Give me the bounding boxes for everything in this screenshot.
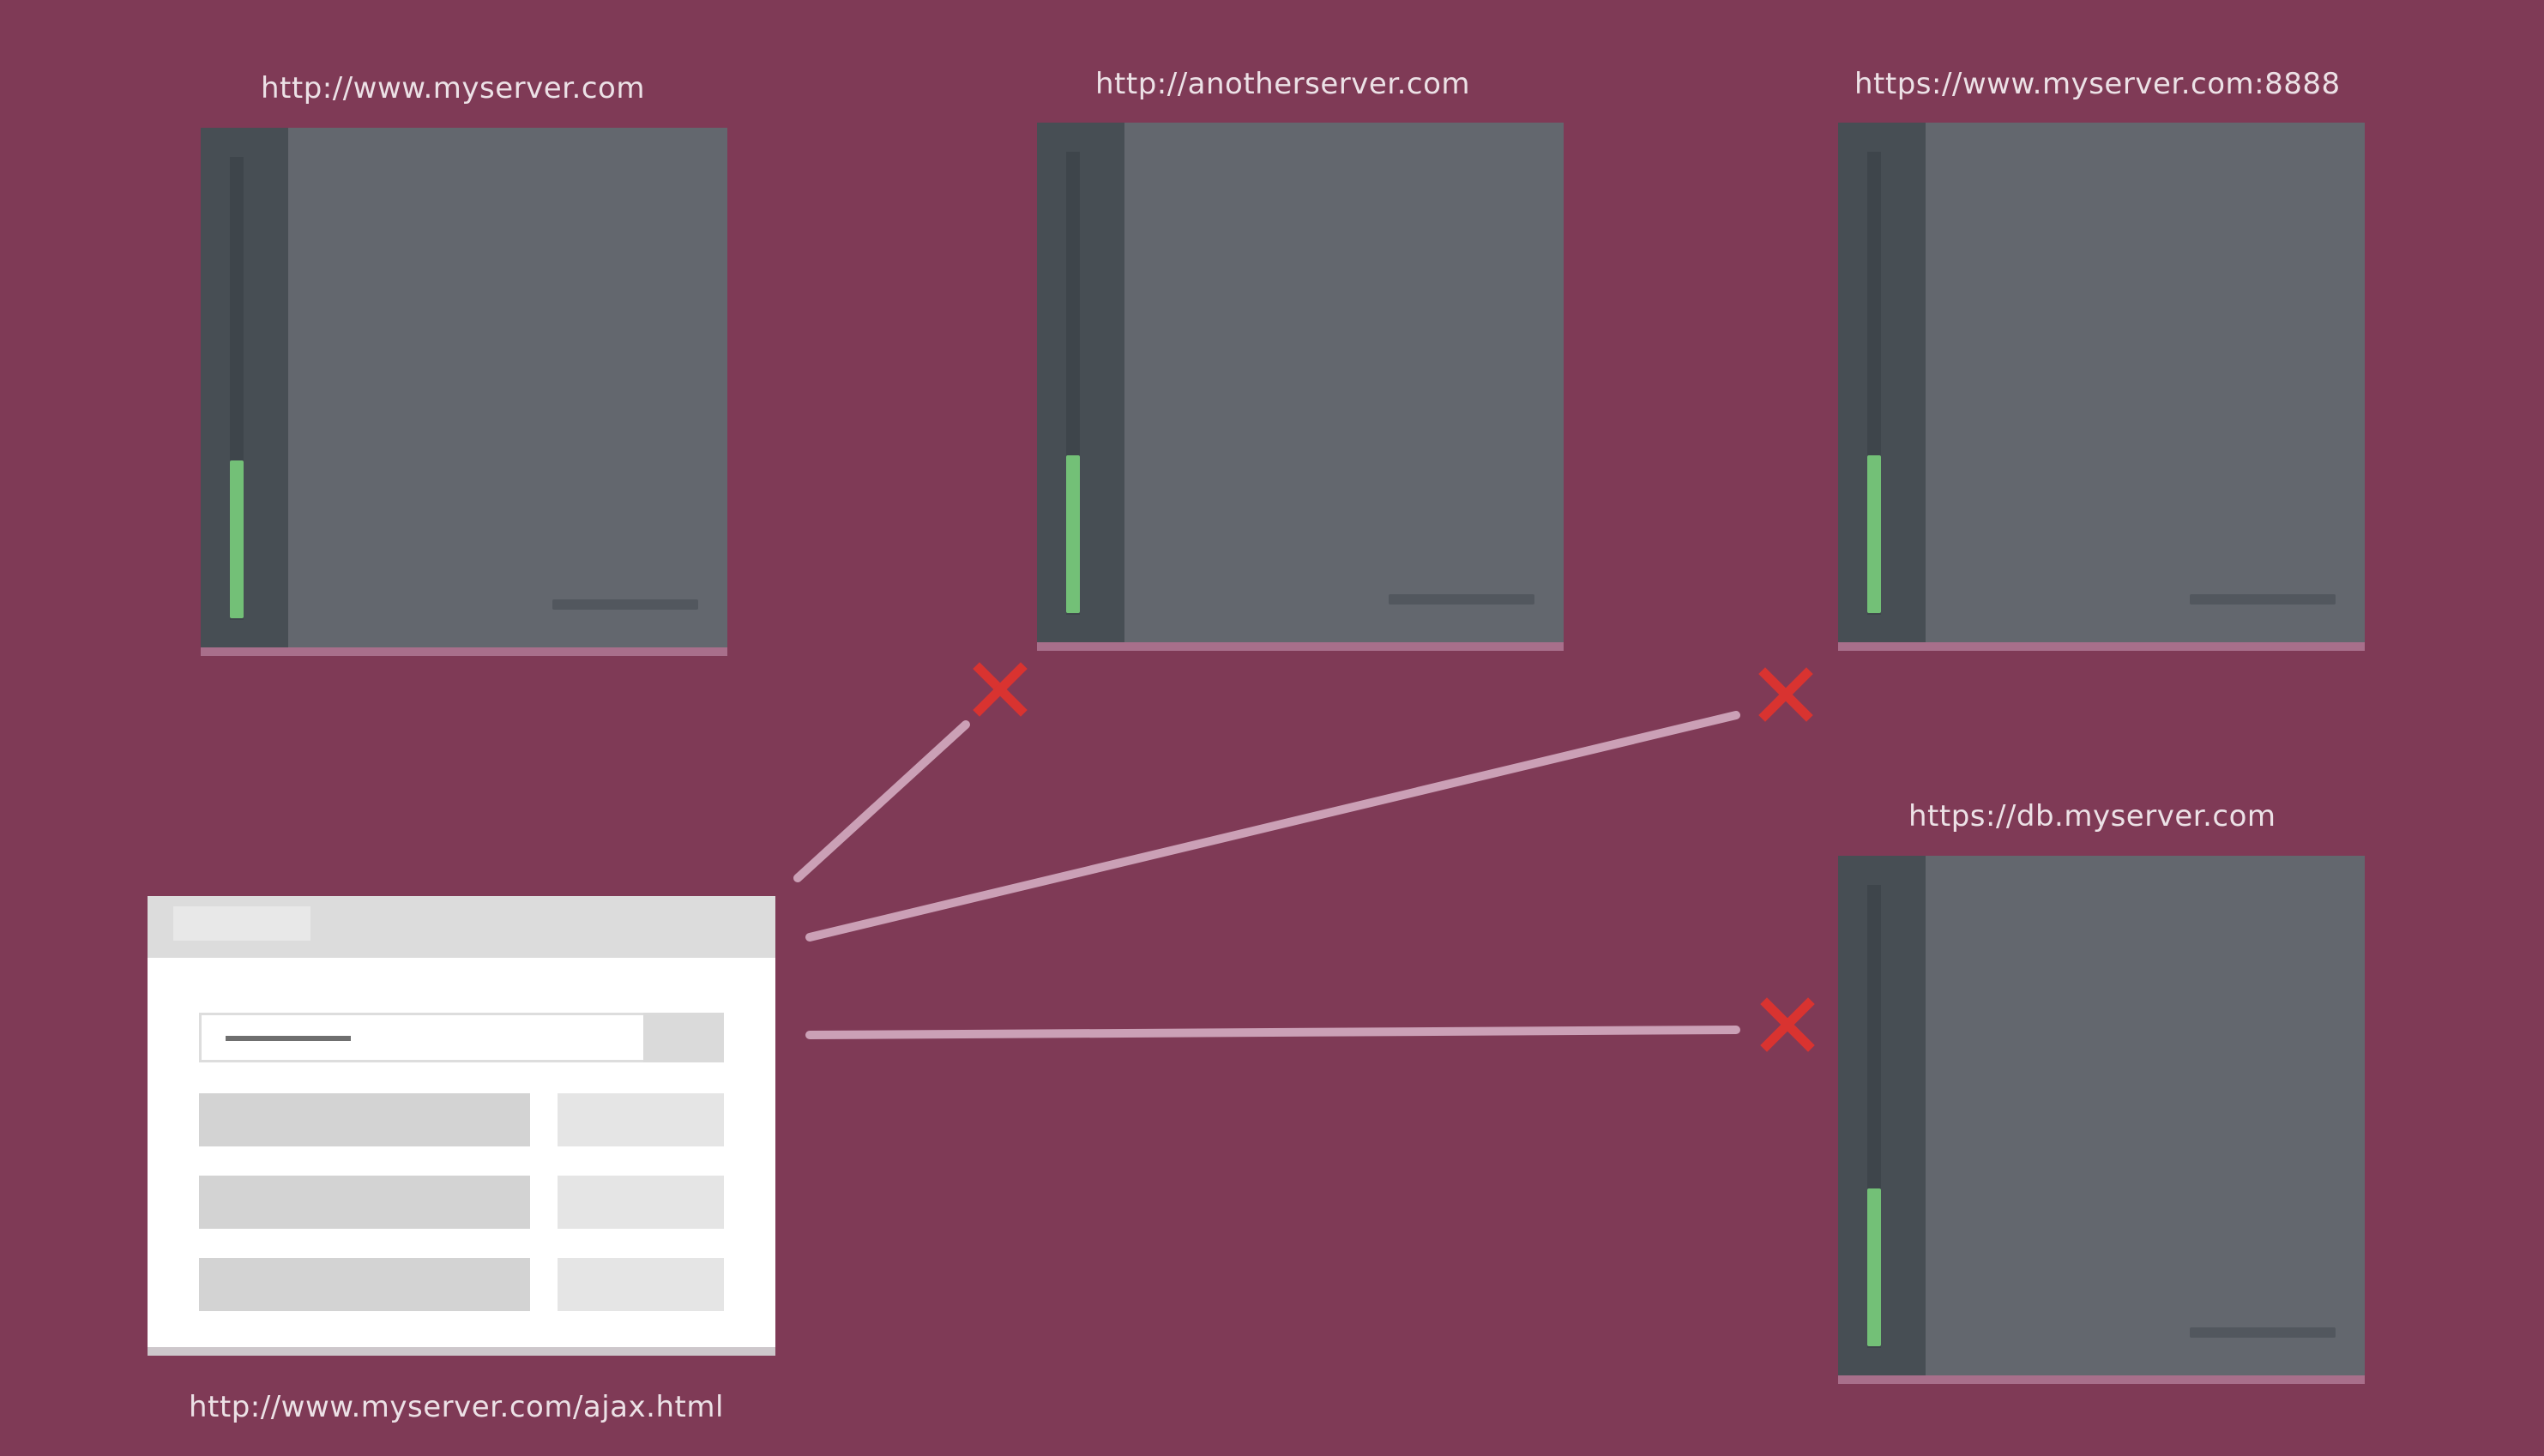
connection-line: [805, 711, 1740, 942]
connections-layer: [793, 662, 1815, 1052]
diagram-canvas: http://www.myserver.com http://anotherse…: [0, 0, 2544, 1456]
connection-to-anotherserver: [793, 662, 1028, 882]
connection-line: [793, 720, 970, 882]
x-mark-icon: [1760, 997, 1815, 1052]
connection-to-myserver-8888: [805, 667, 1813, 942]
x-mark-icon: [973, 662, 1028, 717]
x-mark-icon: [1758, 667, 1813, 722]
connection-line: [805, 1026, 1740, 1039]
connection-to-db-myserver: [805, 997, 1815, 1052]
